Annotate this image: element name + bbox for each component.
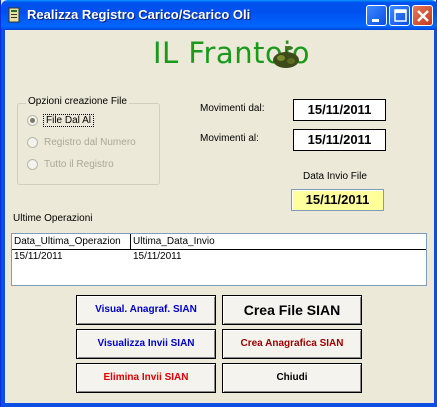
chiudi-button[interactable]: Chiudi bbox=[222, 363, 362, 393]
title-bar[interactable]: Realizza Registro Carico/Scarico Oli bbox=[1, 0, 437, 30]
ultime-operazioni-label: Ultime Operazioni bbox=[13, 213, 93, 224]
maximize-button[interactable] bbox=[389, 5, 410, 26]
radio-label: Tutto il Registro bbox=[44, 159, 114, 170]
radio-label: File Dal Al bbox=[42, 114, 95, 127]
olive-icon bbox=[273, 46, 299, 68]
main-window: Realizza Registro Carico/Scarico Oli IL … bbox=[0, 0, 437, 407]
cell-data-ultima: 15/11/2011 bbox=[14, 251, 63, 262]
movimenti-al-field[interactable]: 15/11/2011 bbox=[293, 129, 386, 151]
close-button[interactable] bbox=[412, 5, 433, 26]
list-item[interactable]: 15/11/2011 15/11/2011 bbox=[12, 250, 426, 264]
app-icon bbox=[8, 7, 20, 23]
elimina-invii-sian-button[interactable]: Elimina Invii SIAN bbox=[76, 363, 216, 393]
radio-file-dal-al[interactable]: File Dal Al bbox=[27, 114, 95, 127]
radio-circle[interactable] bbox=[27, 159, 38, 170]
close-icon bbox=[417, 10, 429, 22]
window-title: Realizza Registro Carico/Scarico Oli bbox=[27, 7, 251, 22]
minimize-icon bbox=[372, 19, 379, 22]
radio-tutto-il-registro[interactable]: Tutto il Registro bbox=[27, 159, 114, 170]
data-invio-field[interactable]: 15/11/2011 bbox=[291, 189, 384, 211]
radio-circle[interactable] bbox=[27, 115, 38, 126]
crea-file-sian-button[interactable]: Crea File SIAN bbox=[222, 295, 362, 325]
cell-ultima-data-invio: 15/11/2011 bbox=[133, 251, 182, 262]
data-invio-label: Data Invio File bbox=[303, 171, 367, 182]
visual-anagraf-sian-button[interactable]: Visual. Anagraf. SIAN bbox=[76, 295, 216, 325]
visualizza-invii-sian-button[interactable]: Visualizza Invii SIAN bbox=[76, 329, 216, 359]
logo: IL Frantoio bbox=[153, 36, 310, 76]
options-groupbox: Opzioni creazione File File Dal Al Regis… bbox=[17, 96, 160, 185]
radio-label: Registro dal Numero bbox=[44, 137, 136, 148]
movimenti-dal-label: Movimenti dal: bbox=[200, 103, 265, 114]
movimenti-al-label: Movimenti al: bbox=[200, 133, 259, 144]
maximize-icon bbox=[394, 9, 407, 22]
options-legend: Opzioni creazione File bbox=[26, 96, 129, 107]
minimize-button[interactable] bbox=[366, 5, 387, 26]
radio-circle[interactable] bbox=[27, 137, 38, 148]
ultime-operazioni-list[interactable]: Data_Ultima_Operazion Ultima_Data_Invio … bbox=[11, 233, 427, 286]
window-frame-bottom bbox=[1, 403, 437, 407]
column-header-ultima-data-invio[interactable]: Ultima_Data_Invio bbox=[131, 234, 231, 249]
window-frame-left bbox=[1, 30, 5, 407]
list-header: Data_Ultima_Operazion Ultima_Data_Invio bbox=[12, 234, 426, 250]
radio-registro-dal-numero[interactable]: Registro dal Numero bbox=[27, 137, 136, 148]
movimenti-dal-field[interactable]: 15/11/2011 bbox=[293, 99, 386, 121]
column-header-data-ultima[interactable]: Data_Ultima_Operazion bbox=[12, 234, 131, 249]
crea-anagrafica-sian-button[interactable]: Crea Anagrafica SIAN bbox=[222, 329, 362, 359]
